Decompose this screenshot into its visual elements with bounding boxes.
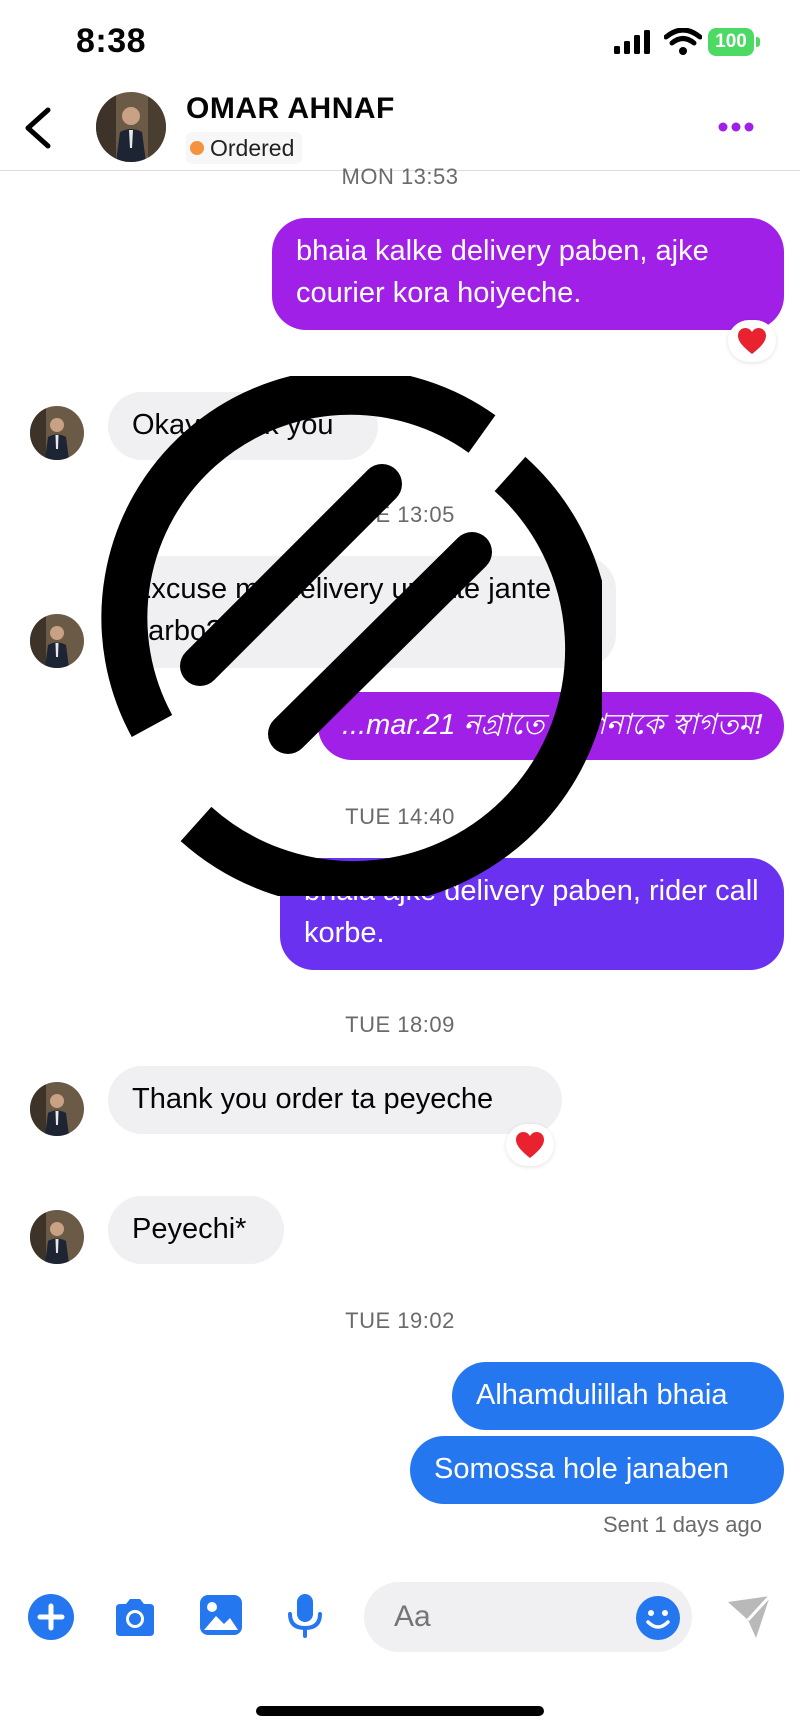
battery-icon: 100	[708, 28, 760, 56]
heart-reaction[interactable]	[506, 1124, 554, 1166]
heart-icon	[516, 1132, 544, 1158]
message-incoming[interactable]: Thank you order ta peyeche	[108, 1066, 562, 1134]
sent-status: Sent 1 days ago	[602, 1512, 762, 1537]
timestamp: TUE 13:05	[345, 502, 455, 527]
order-status-label: Ordered	[210, 134, 295, 161]
message-outgoing[interactable]: ...mar.21 নগ্রাতে আপনাকে স্বাগতম!	[318, 692, 784, 760]
signal-icon	[614, 30, 650, 54]
camera-icon[interactable]	[112, 1594, 158, 1640]
battery-tip	[756, 37, 760, 47]
timestamp: TUE 18:09	[345, 1012, 455, 1037]
contact-avatar-small[interactable]	[30, 1210, 84, 1264]
order-status-badge[interactable]: Ordered	[186, 132, 303, 164]
more-icon[interactable]	[718, 122, 754, 132]
home-indicator	[256, 1706, 544, 1716]
message-incoming[interactable]: Okay thank you	[108, 392, 378, 460]
microphone-icon[interactable]	[282, 1592, 328, 1638]
message-incoming[interactable]: Peyechi*	[108, 1196, 284, 1264]
message-outgoing[interactable]: bhaia ajke delivery paben, rider call ko…	[280, 858, 784, 970]
gallery-icon[interactable]	[198, 1592, 244, 1638]
back-icon[interactable]	[18, 104, 58, 152]
send-icon[interactable]	[726, 1594, 772, 1640]
battery-level: 100	[708, 28, 754, 56]
status-time: 8:38	[76, 22, 147, 60]
heart-icon	[738, 328, 766, 354]
emoji-icon[interactable]	[636, 1596, 680, 1640]
message-outgoing[interactable]: Alhamdulillah bhaia	[452, 1362, 784, 1430]
timestamp: MON 13:53	[341, 164, 459, 189]
message-incoming[interactable]: Excuse me delivery update jante parbo?	[108, 556, 616, 668]
contact-avatar-small[interactable]	[30, 614, 84, 668]
plus-icon[interactable]	[28, 1594, 74, 1640]
message-outgoing[interactable]: bhaia kalke delivery paben, ajke courier…	[272, 218, 784, 330]
heart-reaction[interactable]	[728, 320, 776, 362]
timestamp: TUE 19:02	[345, 1308, 455, 1333]
contact-avatar[interactable]	[96, 92, 166, 162]
message-outgoing[interactable]: Somossa hole janaben	[410, 1436, 784, 1504]
wifi-icon	[664, 28, 702, 55]
status-dot	[190, 141, 204, 155]
contact-avatar-small[interactable]	[30, 1082, 84, 1136]
timestamp: TUE 14:40	[345, 804, 455, 829]
contact-name[interactable]: OMAR AHNAF	[186, 92, 395, 126]
contact-avatar-small[interactable]	[30, 406, 84, 460]
